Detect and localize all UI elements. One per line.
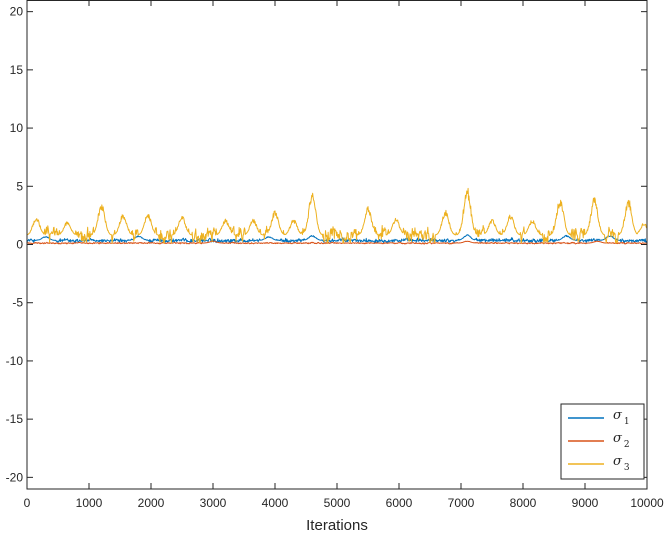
x-tick-label: 3000 bbox=[200, 496, 227, 510]
x-tick-label: 1000 bbox=[76, 496, 103, 510]
x-tick-label: 5000 bbox=[324, 496, 351, 510]
legend: σ 1σ 2σ 3 bbox=[560, 403, 645, 480]
x-tick-label: 6000 bbox=[386, 496, 413, 510]
y-tick-label: -10 bbox=[6, 354, 24, 368]
y-tick-label: 20 bbox=[10, 5, 24, 19]
y-tick-label: 5 bbox=[16, 179, 23, 193]
plot-background bbox=[27, 0, 647, 489]
y-tick-label: -5 bbox=[12, 296, 23, 310]
y-tick-label: -15 bbox=[6, 412, 24, 426]
x-tick-label: 9000 bbox=[572, 496, 599, 510]
y-tick-label: 10 bbox=[10, 121, 24, 135]
x-tick-label: 2000 bbox=[138, 496, 165, 510]
y-tick-label: -20 bbox=[6, 470, 24, 484]
x-tick-label: 0 bbox=[24, 496, 31, 510]
y-tick-label: 0 bbox=[16, 238, 23, 252]
chart: 0 1000 2000 3000 4000 5000 6000 7000 8000 9000 100… bbox=[6, 0, 664, 534]
x-axis-title: Iterations bbox=[306, 517, 368, 534]
x-tick-label: 4000 bbox=[262, 496, 289, 510]
x-tick-label: 8000 bbox=[510, 496, 537, 510]
x-tick-label: 7000 bbox=[448, 496, 475, 510]
y-tick-label: 15 bbox=[10, 63, 24, 77]
x-tick-label: 10000 bbox=[630, 496, 664, 510]
